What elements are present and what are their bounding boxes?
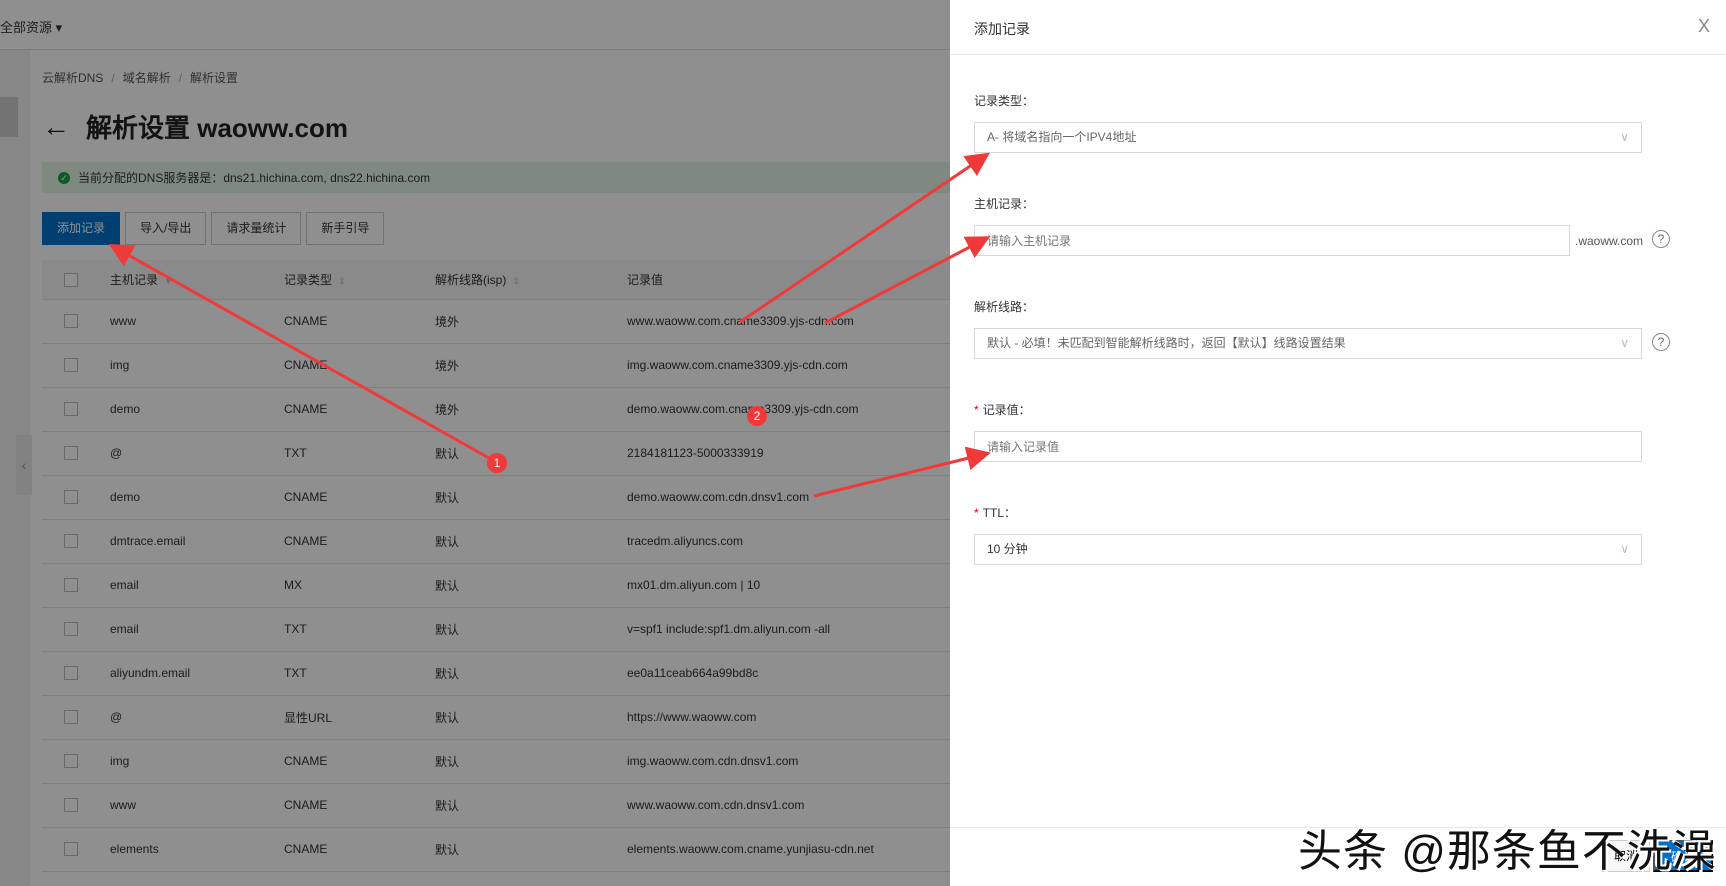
watermark: 头条 @那条鱼不洗澡	[1298, 827, 1717, 876]
badge-1-text: 1	[494, 456, 501, 470]
arrow	[824, 236, 991, 325]
badge-2-text: 2	[754, 409, 761, 423]
arrow	[108, 244, 497, 464]
arrow	[739, 152, 990, 324]
annotation-arrows: 1 2	[108, 152, 991, 498]
arrow	[813, 446, 991, 498]
